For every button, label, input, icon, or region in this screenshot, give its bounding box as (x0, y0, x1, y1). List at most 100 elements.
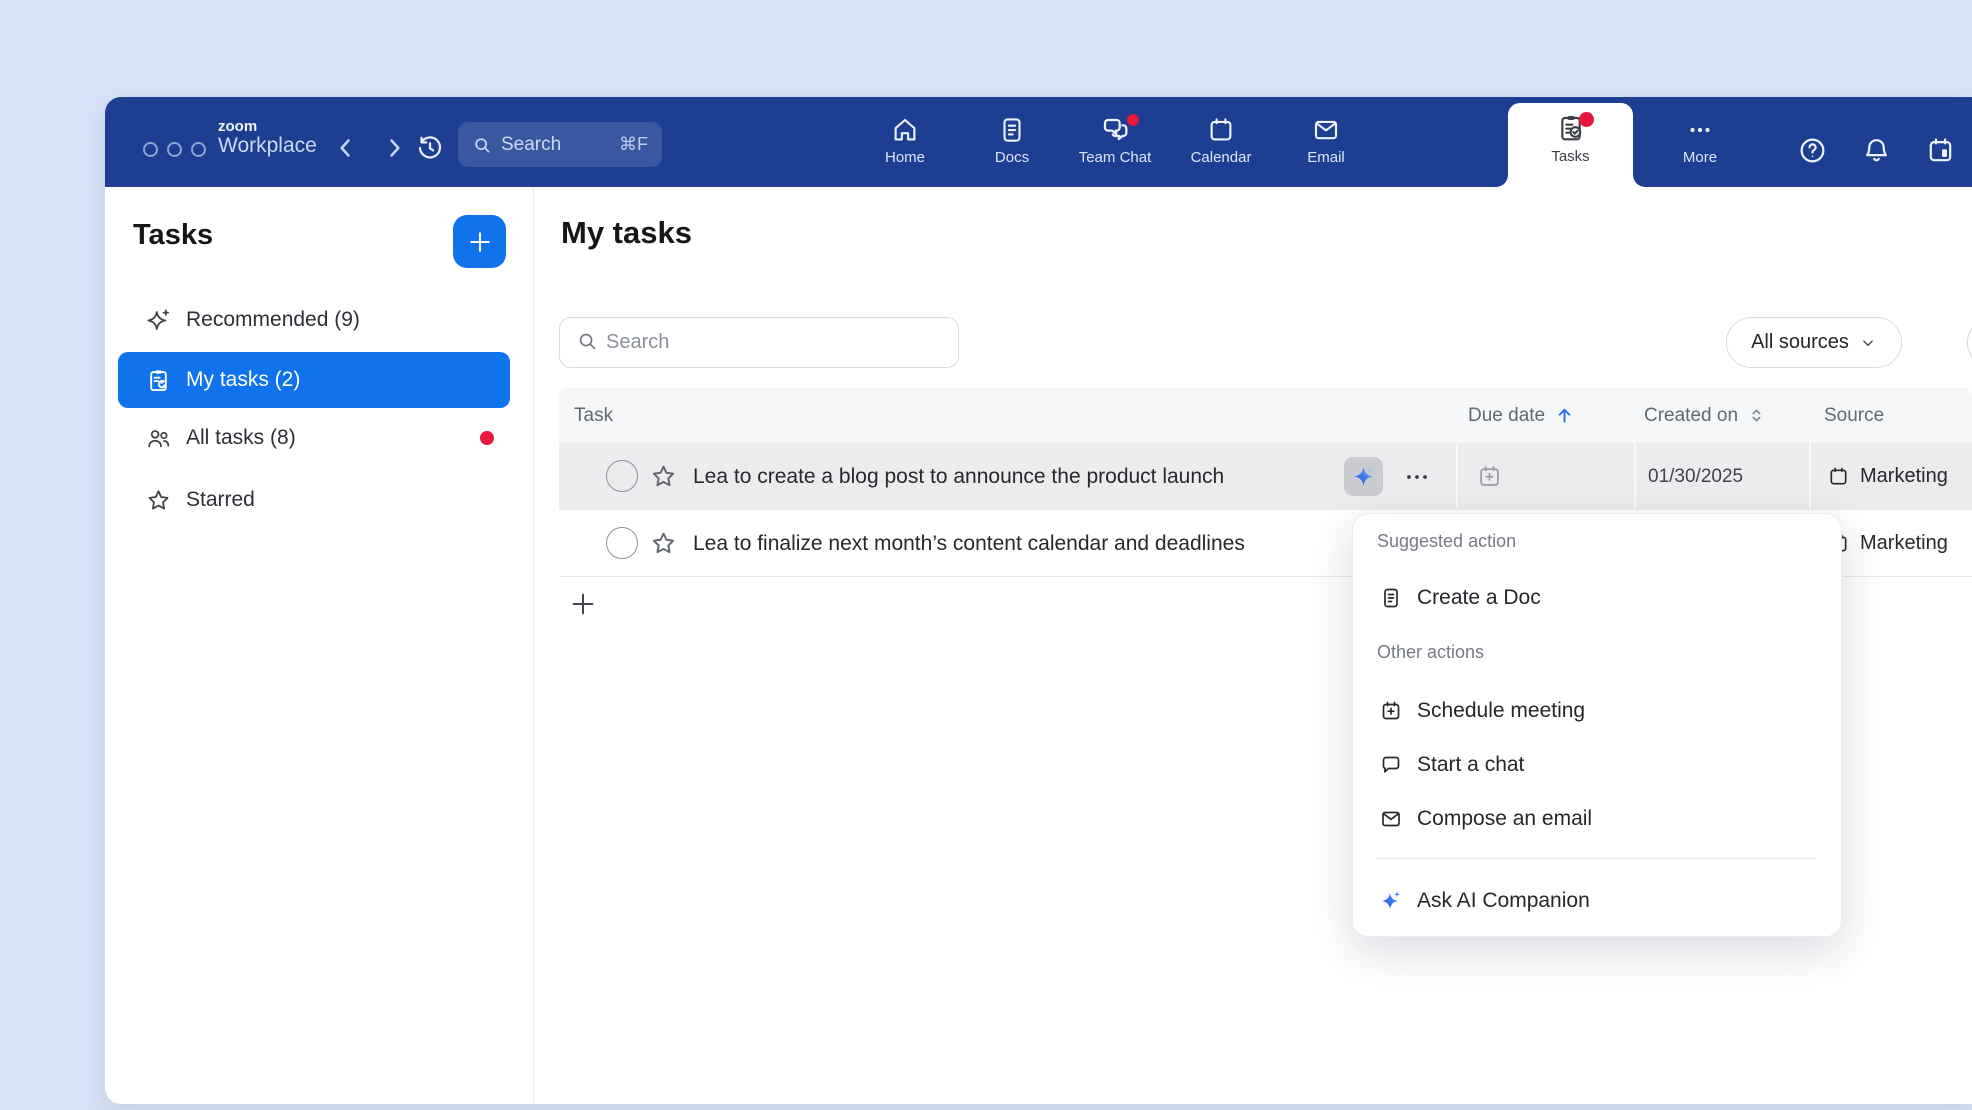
menu-item-start-chat[interactable]: Start a chat (1353, 736, 1841, 794)
sidebar-item-my-tasks[interactable]: My tasks (2) (118, 352, 510, 408)
chevron-down-icon (1859, 334, 1877, 352)
nav-email-label: Email (1276, 149, 1376, 166)
top-bar: zoom Workplace Search ⌘F Home Docs (105, 97, 1972, 187)
star-icon[interactable] (649, 529, 678, 558)
envelope-icon (1379, 807, 1403, 831)
calendar-plus-icon (1476, 463, 1503, 490)
users-icon (145, 425, 172, 452)
add-due-date-button[interactable] (1476, 463, 1503, 490)
docs-icon (997, 115, 1027, 145)
sidebar-item-label: My tasks (2) (186, 368, 300, 392)
task-title[interactable]: Lea to create a blog post to announce th… (693, 443, 1224, 510)
tasks-sidebar: Tasks Recommended (9) My tasks (2) All t… (105, 187, 533, 1104)
all-tasks-badge (480, 431, 494, 445)
tasks-badge (1579, 112, 1594, 127)
home-icon (890, 115, 920, 145)
window-control-dot[interactable] (143, 142, 158, 157)
nav-team-chat-label: Team Chat (1065, 149, 1165, 166)
email-icon (1311, 115, 1341, 145)
column-header-due-date[interactable]: Due date (1468, 388, 1575, 443)
nav-home-label: Home (855, 149, 955, 166)
source-name: Marketing (1860, 532, 1948, 555)
nav-team-chat[interactable]: Team Chat (1065, 112, 1165, 166)
logo-workplace-text: Workplace (218, 135, 317, 157)
sort-both-icon (1747, 406, 1766, 425)
nav-email[interactable]: Email (1276, 112, 1376, 166)
logo-zoom-text: zoom (218, 119, 317, 135)
nav-more[interactable]: More (1650, 112, 1750, 166)
source-cell[interactable]: Marketing (1827, 443, 1948, 510)
row-more-actions-button[interactable] (1402, 465, 1442, 489)
calendar-plus-icon (1379, 699, 1403, 723)
source-name: Marketing (1860, 465, 1948, 488)
star-icon[interactable] (649, 462, 678, 491)
add-new-task-button[interactable] (568, 587, 602, 621)
help-icon (1797, 135, 1828, 166)
forward-button[interactable] (379, 133, 409, 163)
calendar-icon (1206, 115, 1236, 145)
global-search-placeholder: Search (501, 134, 561, 156)
menu-item-compose-email[interactable]: Compose an email (1353, 790, 1841, 848)
ai-companion-action-button[interactable] (1344, 457, 1383, 496)
column-header-source[interactable]: Source (1824, 388, 1884, 443)
global-search-input[interactable]: Search ⌘F (458, 122, 662, 167)
source-filter-dropdown[interactable]: All sources (1726, 317, 1902, 368)
back-button[interactable] (331, 133, 361, 163)
nav-docs-label: Docs (962, 149, 1062, 166)
column-header-created-on[interactable]: Created on (1644, 388, 1766, 443)
tab-tasks-active[interactable]: Tasks (1508, 103, 1633, 187)
sparkle-icon (145, 307, 172, 334)
source-cell[interactable]: Marketing (1827, 510, 1948, 577)
sidebar-item-recommended[interactable]: Recommended (9) (118, 292, 510, 348)
sidebar-item-label: Recommended (9) (186, 308, 360, 332)
source-filter-label: All sources (1751, 331, 1849, 354)
add-task-button[interactable] (453, 215, 506, 268)
nav-calendar[interactable]: Calendar (1171, 112, 1271, 166)
page-title: My tasks (561, 215, 692, 251)
tab-tasks-label: Tasks (1508, 148, 1633, 165)
chevron-right-icon (379, 133, 409, 163)
menu-section-label: Other actions (1377, 642, 1484, 663)
sidebar-item-all-tasks[interactable]: All tasks (8) (118, 410, 510, 466)
menu-divider (1377, 858, 1817, 859)
tasks-search-input[interactable] (559, 317, 959, 368)
chevron-left-icon (331, 133, 361, 163)
star-icon (145, 487, 172, 514)
table-header: Task Due date Created on Source (559, 388, 1972, 443)
nav-home[interactable]: Home (855, 112, 955, 166)
nav-calendar-label: Calendar (1171, 149, 1271, 166)
calendar-schedule-icon (1925, 135, 1956, 166)
sidebar-item-starred[interactable]: Starred (118, 472, 510, 528)
window-control-dot[interactable] (167, 142, 182, 157)
secondary-filter-dropdown-partial[interactable] (1967, 317, 1972, 368)
help-button[interactable] (1797, 135, 1827, 165)
task-complete-checkbox[interactable] (606, 460, 638, 492)
clipboard-check-icon (145, 367, 172, 394)
window-control-dot[interactable] (191, 142, 206, 157)
column-header-task[interactable]: Task (574, 388, 613, 443)
menu-item-schedule-meeting[interactable]: Schedule meeting (1353, 682, 1841, 740)
task-title[interactable]: Lea to finalize next month’s content cal… (693, 510, 1245, 577)
task-complete-checkbox[interactable] (606, 527, 638, 559)
doc-icon (1379, 586, 1403, 610)
clock-history-icon (415, 133, 445, 163)
menu-section-label: Suggested action (1377, 531, 1516, 552)
calendar-icon (1827, 465, 1850, 488)
ai-sparkle-icon (1351, 464, 1377, 490)
menu-item-create-doc[interactable]: Create a Doc (1353, 569, 1841, 627)
ellipsis-icon (1685, 115, 1715, 145)
schedule-button[interactable] (1925, 135, 1955, 165)
created-on-date: 01/30/2025 (1648, 443, 1743, 510)
suggested-actions-menu: Suggested action Create a Doc Other acti… (1352, 513, 1842, 937)
history-button[interactable] (415, 133, 445, 163)
nav-docs[interactable]: Docs (962, 112, 1062, 166)
chat-bubble-icon (1379, 753, 1403, 777)
sidebar-item-label: Starred (186, 488, 255, 512)
notifications-button[interactable] (1861, 135, 1891, 165)
ai-sparkle-icon (1379, 889, 1403, 913)
task-row[interactable]: Lea to create a blog post to announce th… (559, 443, 1972, 510)
ellipsis-icon (1402, 465, 1432, 489)
nav-more-label: More (1650, 149, 1750, 166)
menu-item-ask-ai-companion[interactable]: Ask AI Companion (1353, 872, 1841, 930)
plus-icon (466, 228, 494, 256)
